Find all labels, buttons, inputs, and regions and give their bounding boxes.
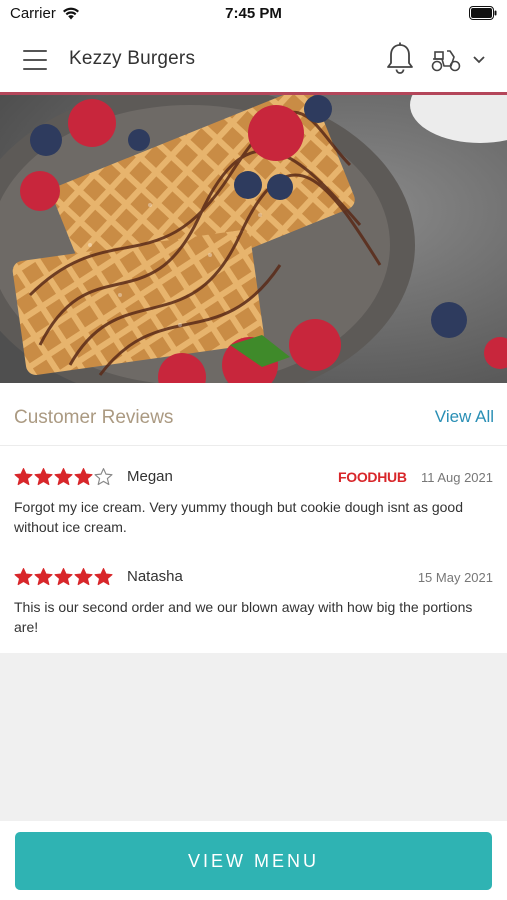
empty-content-area [0,653,507,821]
chevron-down-icon [473,56,485,64]
star-filled-icon [14,568,33,586]
status-bar: Carrier 7:45 PM [0,0,507,28]
hamburger-icon-line [23,50,47,52]
bell-icon[interactable] [384,41,416,77]
view-menu-button[interactable]: VIEW MENU [15,832,492,890]
status-time: 7:45 PM [225,5,282,22]
reviewer-name: Megan [127,468,173,485]
star-filled-icon [34,468,53,486]
review-text: This is our second order and we our blow… [14,599,473,635]
waffles-photo [0,95,507,383]
star-filled-icon [74,568,93,586]
star-filled-icon [74,468,93,486]
view-all-link[interactable]: View All [435,407,494,427]
menu-button[interactable] [18,46,52,74]
foodhub-logo: FOODHUB [338,469,407,485]
review-text: Forgot my ice cream. Very yummy though b… [14,499,464,535]
star-rating [14,567,113,587]
star-filled-icon [34,568,53,586]
star-filled-icon [54,468,73,486]
reviews-section: Customer Reviews View All Megan FOODHUB … [0,383,507,653]
hero-image [0,95,507,383]
reviewer-name: Natasha [127,568,183,585]
review-date: 15 May 2021 [417,570,493,585]
review-date: 11 Aug 2021 [420,470,493,485]
star-filled-icon [14,468,33,486]
star-filled-icon [54,568,73,586]
star-filled-icon [94,568,113,586]
hamburger-icon-line [23,59,47,61]
star-empty-icon [94,468,113,486]
star-rating [14,467,113,487]
reviews-title: Customer Reviews [14,407,174,428]
battery-icon [469,6,497,20]
delivery-scooter-icon[interactable] [430,45,492,75]
app-header: Kezzy Burgers [0,28,507,92]
hamburger-icon-line [23,68,47,70]
footer: VIEW MENU [0,821,507,900]
page-title: Kezzy Burgers [69,48,196,69]
divider [0,445,507,446]
